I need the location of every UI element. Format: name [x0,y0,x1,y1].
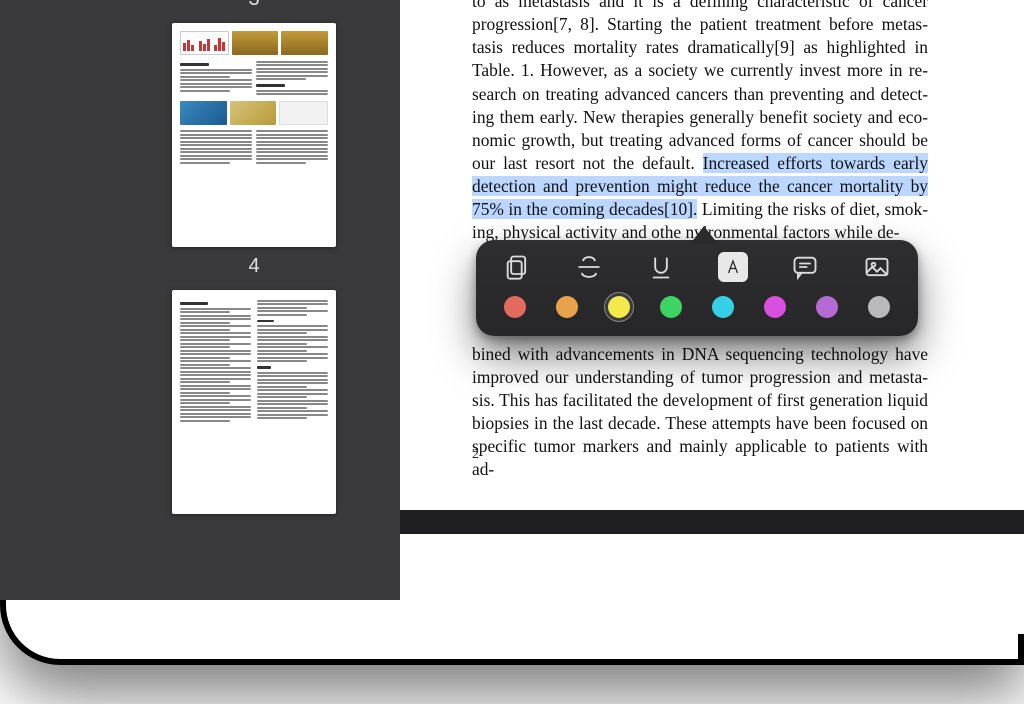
color-swatch[interactable] [504,296,526,318]
popover-caret [690,226,718,244]
page-thumbnail-4[interactable] [172,290,336,514]
thumb-label-4: 4 [108,255,400,278]
body-text: bined with advancements in DNA sequencin… [472,344,928,480]
underline-icon[interactable] [646,252,676,282]
app-frame: 3 [0,0,1024,704]
device-screen: 3 [0,0,1024,665]
popover-colors-row [498,296,896,318]
color-swatch[interactable] [764,296,786,318]
comment-icon[interactable] [790,252,820,282]
color-swatch[interactable] [712,296,734,318]
thumb-label-3: 3 [108,0,400,11]
highlight-icon[interactable] [718,252,748,282]
thumbnail-sidebar: 3 [0,0,400,600]
page-thumbnail-3[interactable] [172,23,336,247]
next-page-edge [400,510,1024,610]
page-number: 2 [472,446,479,465]
popover-tools-row [498,252,896,282]
color-swatch[interactable] [608,296,630,318]
color-swatch[interactable] [868,296,890,318]
annotation-popover [476,240,918,336]
color-swatch[interactable] [816,296,838,318]
sidebar-gutter [0,0,108,600]
strikethrough-icon[interactable] [574,252,604,282]
body-text: to as metastasis and it is a defining ch… [472,0,928,173]
color-swatch[interactable] [556,296,578,318]
color-swatch[interactable] [660,296,682,318]
copy-icon[interactable] [502,252,532,282]
sidebar-inner[interactable]: 3 [108,0,400,565]
image-icon[interactable] [862,252,892,282]
